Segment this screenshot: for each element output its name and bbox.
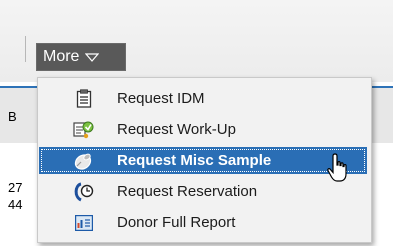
menu-item-label: Request Reservation xyxy=(117,183,258,200)
grid-cell-fragment: 27 xyxy=(8,180,23,195)
mouse-pointer-icon xyxy=(326,153,348,185)
workup-icon xyxy=(71,119,97,141)
menu-item-label: Donor Full Report xyxy=(117,214,236,231)
clipboard-icon xyxy=(71,88,97,110)
grid-cell-fragment: 44 xyxy=(8,197,23,212)
more-button-label: More xyxy=(43,48,80,65)
grid-header-fragment: B xyxy=(8,109,17,124)
toolbar-divider xyxy=(25,36,26,62)
more-dropdown-menu: Request IDM Request Work-Up Request Misc xyxy=(37,77,372,243)
menu-item-request-work-up[interactable]: Request Work-Up xyxy=(39,116,367,143)
more-button[interactable]: More xyxy=(36,43,126,71)
reservation-clock-icon xyxy=(71,181,97,203)
report-chart-icon xyxy=(71,212,97,234)
chevron-down-icon xyxy=(85,53,100,63)
menu-item-request-misc-sample[interactable]: Request Misc Sample xyxy=(39,147,367,174)
menu-item-label: Request Misc Sample xyxy=(117,152,272,169)
menu-item-request-reservation[interactable]: Request Reservation xyxy=(39,178,367,205)
menu-item-label: Request Work-Up xyxy=(117,121,236,138)
menu-item-request-idm[interactable]: Request IDM xyxy=(39,85,367,112)
menu-item-donor-full-report[interactable]: Donor Full Report xyxy=(39,209,367,236)
menu-item-label: Request IDM xyxy=(117,90,205,107)
sample-tube-icon xyxy=(71,150,97,172)
